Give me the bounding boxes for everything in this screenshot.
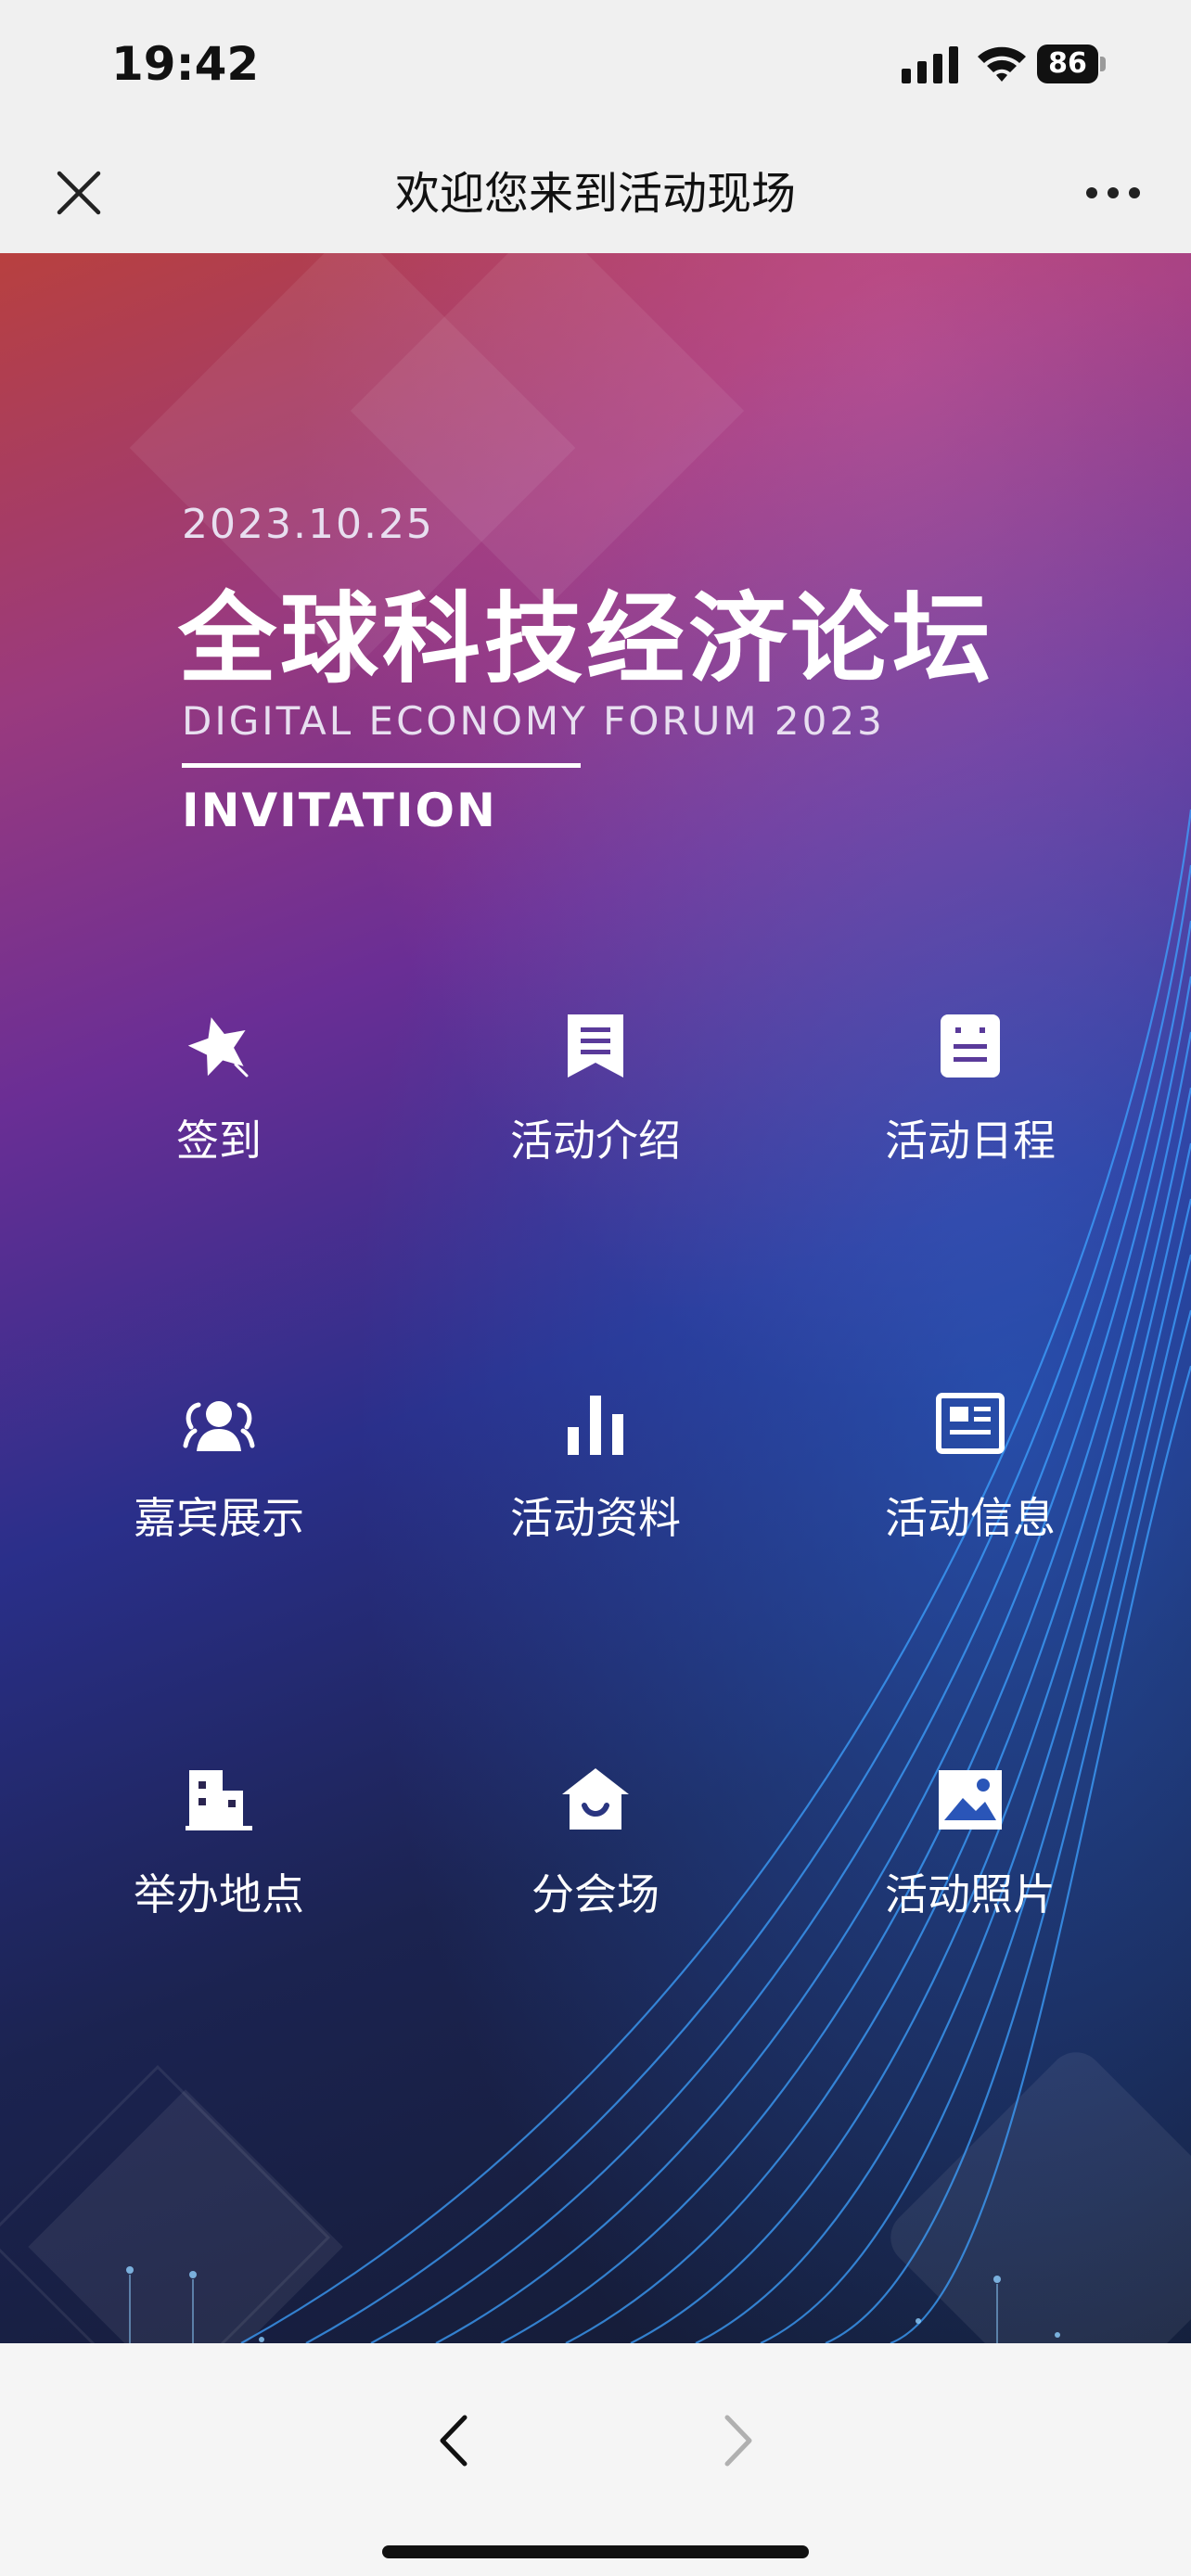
screen: 19:42 86 欢迎您来到活动现场 2023.10.25 全球科技经济论坛 D… xyxy=(0,0,1191,2576)
battery-level: 86 xyxy=(1048,47,1087,80)
invitation-label: INVITATION xyxy=(182,784,497,837)
page-title: 欢迎您来到活动现场 xyxy=(394,168,796,220)
home-indicator[interactable] xyxy=(382,2545,809,2558)
nav-bar: 欢迎您来到活动现场 xyxy=(0,134,1191,253)
menu-item-venue[interactable]: 举办地点 xyxy=(80,1763,358,1967)
menu-item-label: 嘉宾展示 xyxy=(134,1493,304,1543)
title-divider xyxy=(182,763,581,768)
status-bar: 19:42 86 xyxy=(0,0,1191,134)
building-icon xyxy=(186,1770,252,1830)
menu-item-label: 分会场 xyxy=(531,1869,660,1919)
image-icon xyxy=(939,1770,1002,1830)
news-card-icon xyxy=(936,1393,1005,1454)
home-smile-icon xyxy=(562,1768,629,1830)
menu-item-label: 活动介绍 xyxy=(510,1116,681,1166)
back-arrow-icon[interactable] xyxy=(422,2408,487,2473)
more-icon[interactable] xyxy=(1076,160,1150,225)
event-hero: 2023.10.25 全球科技经济论坛 DIGITAL ECONOMY FORU… xyxy=(0,253,1191,2343)
menu-item-photos[interactable]: 活动照片 xyxy=(831,1763,1109,1967)
menu-item-info[interactable]: 活动信息 xyxy=(831,1386,1109,1590)
wifi-icon xyxy=(978,46,1026,82)
menu-item-check-in[interactable]: 签到 xyxy=(80,1009,358,1213)
forward-arrow-icon[interactable] xyxy=(705,2408,770,2473)
menu-item-sub-venue[interactable]: 分会场 xyxy=(456,1763,735,1967)
event-subtitle: DIGITAL ECONOMY FORUM 2023 xyxy=(182,698,885,744)
menu-item-label: 签到 xyxy=(176,1116,262,1166)
menu-item-guests[interactable]: 嘉宾展示 xyxy=(80,1386,358,1590)
bar-chart-icon xyxy=(568,1396,623,1455)
browser-toolbar xyxy=(0,2343,1191,2576)
battery-icon: 86 xyxy=(1037,45,1106,83)
menu-item-label: 活动照片 xyxy=(885,1869,1056,1919)
menu-item-label: 活动日程 xyxy=(885,1116,1056,1166)
menu-item-introduction[interactable]: 活动介绍 xyxy=(456,1009,735,1213)
menu-item-label: 举办地点 xyxy=(134,1869,304,1919)
bookmark-document-icon xyxy=(568,1014,623,1078)
event-title: 全球科技经济论坛 xyxy=(178,582,994,696)
menu-item-label: 活动资料 xyxy=(510,1493,681,1543)
guests-icon xyxy=(183,1401,255,1451)
check-in-star-icon xyxy=(187,1017,249,1078)
cellular-signal-icon xyxy=(902,46,958,83)
menu-item-schedule[interactable]: 活动日程 xyxy=(831,1009,1109,1213)
menu-item-materials[interactable]: 活动资料 xyxy=(456,1386,735,1590)
schedule-note-icon xyxy=(941,1014,1000,1078)
menu-item-label: 活动信息 xyxy=(885,1493,1056,1543)
event-date: 2023.10.25 xyxy=(182,501,434,548)
status-time: 19:42 xyxy=(111,37,260,91)
